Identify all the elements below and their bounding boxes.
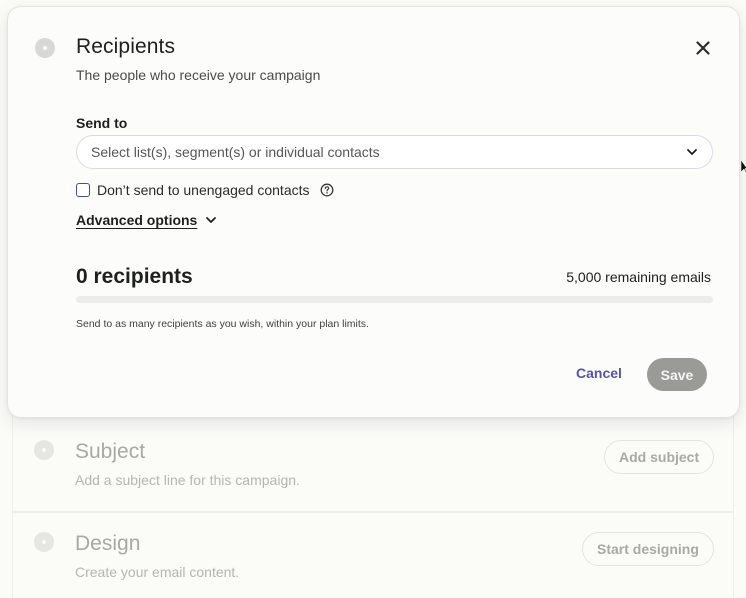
recipients-select-placeholder: Select list(s), segment(s) or individual… (91, 144, 380, 160)
design-step-indicator (34, 532, 54, 552)
design-title: Design (75, 532, 141, 555)
advanced-options-toggle[interactable]: Advanced options (76, 212, 217, 228)
recipients-card: Recipients The people who receive your c… (7, 6, 740, 418)
chevron-down-icon (687, 149, 697, 155)
save-button[interactable]: Save (647, 358, 707, 391)
question-circle-icon[interactable] (320, 183, 334, 197)
cancel-button[interactable]: Cancel (576, 365, 622, 381)
mouse-cursor-icon (741, 160, 746, 174)
design-description: Create your email content. (75, 564, 240, 580)
recipients-select[interactable]: Select list(s), segment(s) or individual… (76, 135, 713, 169)
add-subject-button[interactable]: Add subject (604, 440, 715, 474)
unengaged-option: Don’t send to unengaged contacts (76, 181, 334, 199)
chevron-down-icon (206, 217, 217, 223)
unengaged-checkbox-label[interactable]: Don’t send to unengaged contacts (97, 182, 310, 198)
unengaged-checkbox[interactable] (76, 183, 90, 197)
recipient-count: 0 recipients (76, 265, 193, 288)
subject-title: Subject (75, 440, 146, 463)
recipients-step-indicator (35, 38, 55, 58)
plan-limit-hint: Send to as many recipients as you wish, … (76, 318, 369, 330)
subject-description: Add a subject line for this campaign. (75, 472, 300, 488)
campaign-editor: Subject Add a subject line for this camp… (0, 0, 746, 598)
start-designing-button[interactable]: Start designing (582, 532, 714, 566)
send-to-label: Send to (76, 115, 128, 131)
remaining-emails: 5,000 remaining emails (566, 269, 711, 285)
recipients-subtitle: The people who receive your campaign (76, 67, 321, 83)
close-button[interactable] (692, 37, 714, 59)
advanced-options-label: Advanced options (76, 212, 198, 228)
subject-step-indicator (34, 440, 54, 460)
recipients-progress-bar (76, 296, 713, 303)
close-icon (696, 41, 710, 55)
recipients-title: Recipients (76, 35, 176, 58)
